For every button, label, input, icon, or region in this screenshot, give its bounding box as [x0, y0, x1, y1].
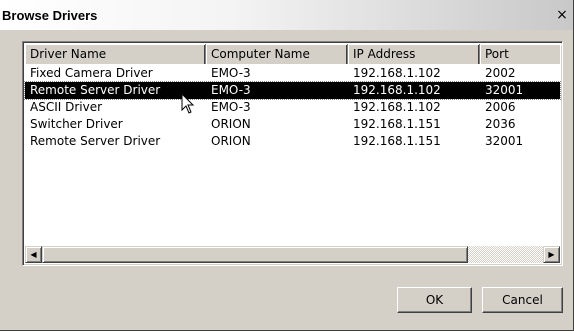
scroll-left-icon[interactable]: ◀ [25, 246, 42, 263]
table-row[interactable]: Fixed Camera Driver EMO-3 192.168.1.102 … [25, 65, 560, 82]
computer-name-cell: ORION [211, 117, 251, 131]
scrollbar-thumb[interactable] [42, 246, 468, 263]
dialog-title: Browse Drivers [2, 8, 98, 23]
mouse-pointer-icon [181, 93, 195, 114]
scroll-right-icon[interactable]: ▶ [543, 246, 560, 263]
port-cell: 2006 [485, 100, 516, 114]
table-row[interactable]: ASCII Driver EMO-3 192.168.1.102 2006 [25, 99, 560, 116]
browse-drivers-dialog: Browse Drivers × Driver Name Computer Na… [0, 0, 574, 331]
close-icon[interactable]: × [553, 6, 571, 24]
ip-address-cell: 192.168.1.102 [353, 83, 441, 97]
ip-address-cell: 192.168.1.102 [353, 100, 441, 114]
port-cell: 2002 [485, 66, 516, 80]
cancel-button[interactable]: Cancel [482, 287, 563, 313]
column-header-port[interactable]: Port [480, 44, 562, 64]
driver-name-cell: Remote Server Driver [30, 83, 161, 97]
ok-button[interactable]: OK [397, 287, 472, 313]
port-cell: 32001 [485, 134, 524, 148]
horizontal-scrollbar[interactable]: ◀ ▶ [25, 246, 560, 263]
driver-name-cell: Switcher Driver [30, 117, 123, 131]
column-header-ip-address[interactable]: IP Address [348, 44, 480, 64]
column-header-driver-name[interactable]: Driver Name [25, 44, 206, 64]
driver-name-cell: Remote Server Driver [30, 134, 161, 148]
port-cell: 2036 [485, 117, 516, 131]
ip-address-cell: 192.168.1.102 [353, 66, 441, 80]
driver-name-cell: ASCII Driver [30, 100, 103, 114]
port-cell: 32001 [485, 83, 524, 97]
driver-name-cell: Fixed Camera Driver [30, 66, 153, 80]
list-header: Driver Name Computer Name IP Address Por… [25, 44, 560, 64]
table-row-selected[interactable]: Remote Server Driver EMO-3 192.168.1.102… [24, 81, 561, 100]
table-row[interactable]: Remote Server Driver ORION 192.168.1.151… [25, 133, 560, 150]
computer-name-cell: EMO-3 [211, 66, 251, 80]
list-rows: Fixed Camera Driver EMO-3 192.168.1.102 … [24, 65, 561, 150]
table-row[interactable]: Switcher Driver ORION 192.168.1.151 2036 [25, 116, 560, 133]
title-bar[interactable]: Browse Drivers × [0, 0, 573, 30]
ip-address-cell: 192.168.1.151 [353, 134, 441, 148]
drivers-list[interactable]: Driver Name Computer Name IP Address Por… [22, 41, 563, 266]
computer-name-cell: EMO-3 [211, 100, 251, 114]
computer-name-cell: EMO-3 [211, 83, 251, 97]
ip-address-cell: 192.168.1.151 [353, 117, 441, 131]
column-header-computer-name[interactable]: Computer Name [206, 44, 348, 64]
computer-name-cell: ORION [211, 134, 251, 148]
